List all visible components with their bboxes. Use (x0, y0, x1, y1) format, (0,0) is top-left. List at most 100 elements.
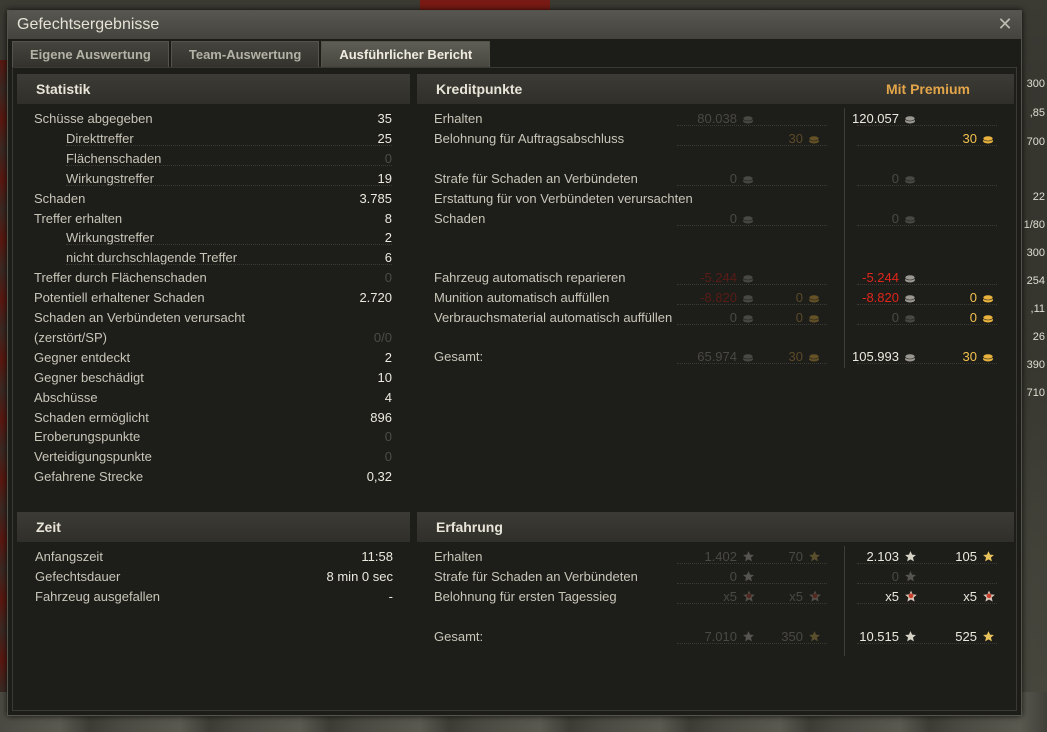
dotted-leader (857, 225, 997, 226)
stat-row: Schüsse abgegeben 35 (34, 110, 392, 128)
time-row: Gefechtsdauer 8 min 0 sec (35, 568, 393, 586)
dotted-leader (677, 185, 827, 186)
experience-panel: Erfahrung Erhalten 1.402 70 2.103 105 Strafe … (417, 512, 1014, 702)
dotted-leader (66, 165, 392, 166)
credit-label: Strafe für Schaden an Verbündeten (434, 171, 638, 186)
credits-header: Kreditpunkte Mit Premium (417, 74, 1014, 104)
stat-row: Flächenschaden 0 (34, 150, 392, 168)
battle-results-window: Gefechtsergebnisse ✕ Eigene Auswertung T… (7, 10, 1022, 716)
dotted-leader (66, 264, 392, 265)
stat-row: Schaden 3.785 (34, 190, 392, 208)
stat-row: Wirkungstreffer 19 (34, 170, 392, 188)
credit-label: Gesamt: (434, 349, 484, 364)
time-title: Zeit (36, 519, 61, 535)
close-icon[interactable]: ✕ (995, 14, 1015, 34)
dotted-leader (677, 583, 827, 584)
stat-label: Verteidigungspunkte (34, 449, 152, 464)
stat-label: Gegner beschädigt (34, 370, 144, 385)
time-value: - (388, 589, 393, 604)
experience-label: Strafe für Schaden an Verbündeten (434, 569, 638, 584)
stat-label: Schaden an Verbündeten verursacht (34, 310, 246, 325)
stat-label: Potentiell erhaltener Schaden (34, 290, 205, 305)
stat-row: Direkttreffer 25 (34, 130, 392, 148)
credit-label: Fahrzeug automatisch reparieren (434, 270, 626, 285)
dotted-leader (677, 145, 827, 146)
dotted-leader (66, 185, 392, 186)
dotted-leader (66, 145, 392, 146)
stat-label: Schüsse abgegeben (34, 111, 153, 126)
stat-row: Treffer durch Flächenschaden 0 (34, 269, 392, 287)
experience-title: Erfahrung (436, 519, 503, 535)
stat-value: 10 (377, 370, 392, 385)
stat-label: Treffer erhalten (34, 211, 123, 226)
time-value: 11:58 (361, 549, 393, 564)
experience-label: Erhalten (434, 549, 483, 564)
premium-column-label: Mit Premium (885, 81, 970, 97)
stat-value: 0 (384, 270, 392, 285)
dotted-leader (857, 563, 997, 564)
stat-value: 896 (370, 410, 392, 425)
time-label: Gefechtsdauer (35, 569, 121, 584)
stat-label: Gegner entdeckt (34, 350, 131, 365)
dotted-leader (677, 125, 827, 126)
dotted-leader (677, 363, 827, 364)
time-label: Fahrzeug ausgefallen (35, 589, 161, 604)
stat-label: Schaden (34, 191, 86, 206)
stat-value: 35 (377, 111, 392, 126)
dotted-leader (857, 583, 997, 584)
stat-label: Treffer durch Flächenschaden (34, 270, 207, 285)
dotted-leader (677, 304, 827, 305)
stat-row: Gegner beschädigt 10 (34, 369, 392, 387)
stat-row: Schaden an Verbündeten verursacht (34, 309, 392, 327)
dotted-leader (677, 324, 827, 325)
stat-row: Wirkungstreffer 2 (34, 229, 392, 247)
dotted-leader (857, 125, 997, 126)
stat-label: Abschüsse (34, 390, 98, 405)
credit-label: Schaden (434, 211, 486, 226)
stat-value: 19 (377, 171, 392, 186)
tab-own-evaluation[interactable]: Eigene Auswertung (12, 41, 169, 67)
dotted-leader (857, 643, 997, 644)
stat-row: Gefahrene Strecke 0,32 (34, 468, 392, 486)
stat-value: 0 (384, 151, 392, 166)
time-row: Fahrzeug ausgefallen - (35, 588, 393, 606)
stat-value: 0 (384, 449, 392, 464)
statistics-title: Statistik (36, 81, 91, 97)
stat-value: 4 (384, 390, 392, 405)
credit-label: Belohnung für Auftragsabschluss (434, 131, 625, 146)
tab-bar: Eigene Auswertung Team-Auswertung Ausfüh… (12, 41, 492, 67)
tab-detailed-report[interactable]: Ausführlicher Bericht (321, 41, 491, 67)
stat-label: Schaden ermöglicht (34, 410, 149, 425)
time-panel: Zeit Anfangszeit 11:58 Gefechtsdauer 8 min … (17, 512, 410, 702)
stat-label: Gefahrene Strecke (34, 469, 144, 484)
stat-value: 3.785 (359, 191, 392, 206)
dotted-leader (857, 145, 997, 146)
dotted-leader (857, 603, 997, 604)
tab-team-evaluation[interactable]: Team-Auswertung (170, 41, 320, 67)
credit-row: Erstattung für von Verbündeten verursach… (434, 190, 994, 208)
window-titlebar[interactable]: Gefechtsergebnisse ✕ (8, 11, 1021, 39)
stat-row: Verteidigungspunkte 0 (34, 448, 392, 466)
time-label: Anfangszeit (35, 549, 103, 564)
statistics-header: Statistik (17, 74, 410, 104)
time-value: 8 min 0 sec (326, 569, 393, 584)
dotted-leader (857, 185, 997, 186)
background-hud-bar (420, 0, 550, 10)
stat-value: 2.720 (359, 290, 392, 305)
credit-label: Erstattung für von Verbündeten verursach… (434, 191, 693, 206)
report-content: Statistik Schüsse abgegeben 35 Direkttreff… (12, 67, 1017, 711)
credit-label: Verbrauchsmaterial automatisch auffüllen (434, 310, 673, 325)
dotted-leader (66, 244, 392, 245)
stat-value: 0,32 (366, 469, 392, 484)
stat-row: Schaden ermöglicht 896 (34, 409, 392, 427)
dotted-leader (677, 284, 827, 285)
credits-title: Kreditpunkte (436, 81, 523, 97)
stat-row: Treffer erhalten 8 (34, 210, 392, 228)
stat-row: nicht durchschlagende Treffer 6 (34, 249, 392, 267)
stat-value: 6 (384, 250, 392, 265)
dotted-leader (857, 324, 997, 325)
dotted-leader (857, 363, 997, 364)
stat-value: 8 (384, 211, 392, 226)
dotted-leader (677, 643, 827, 644)
stat-row: Eroberungspunkte 0 (34, 428, 392, 446)
